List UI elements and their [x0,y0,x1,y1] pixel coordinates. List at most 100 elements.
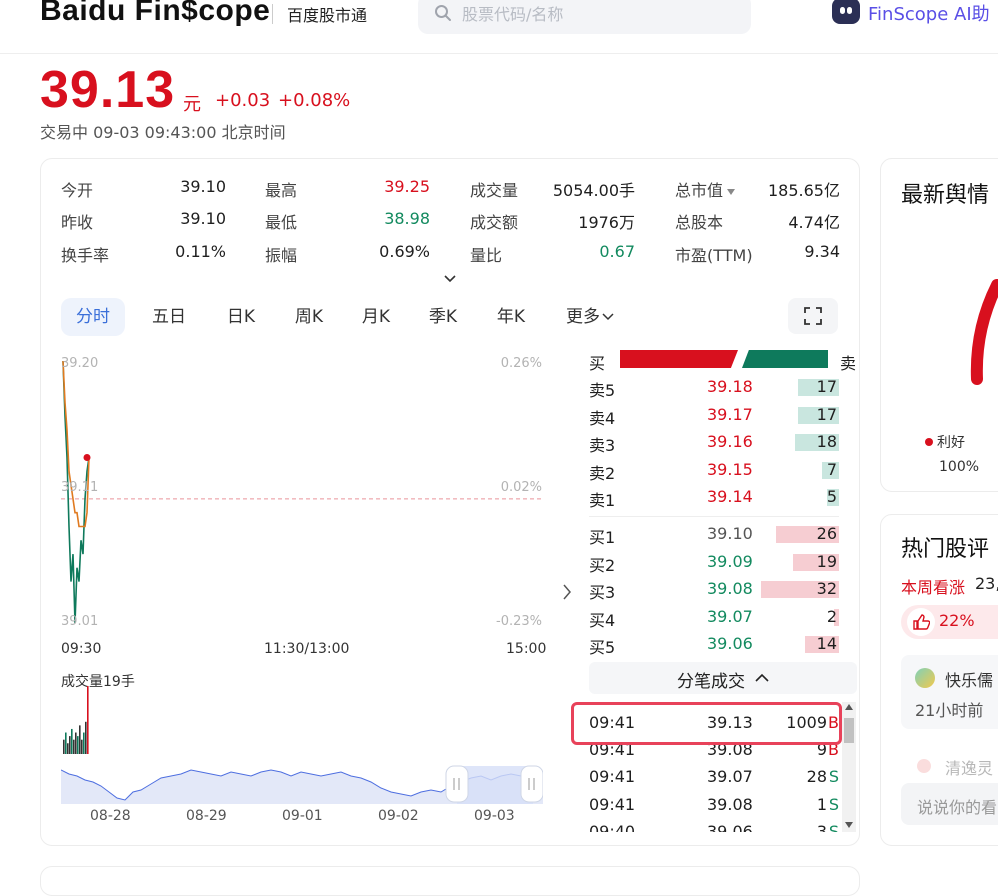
tick-time: 09:41 [589,795,636,814]
level-label: 卖2 [589,463,616,483]
tab-more-label: 更多 [566,307,600,327]
price-change-pct: +0.08% [278,90,351,111]
search-input[interactable] [462,2,732,26]
comment-input[interactable]: 说说你的看 [901,783,998,825]
stat-label: 成交量 [470,181,519,200]
pct-axis-top-label: 0.26% [500,356,542,371]
chevron-right-icon[interactable] [561,583,573,601]
tab-quarterly-k[interactable]: 季K [414,298,472,336]
volume-bar [87,686,89,754]
tab-intraday[interactable]: 分时 [61,298,125,336]
comment-item[interactable]: 快乐儒 21小时前 [901,655,998,729]
date-navigator[interactable] [61,762,543,804]
stat-label: 总市值 [675,181,724,200]
week-bull-count: 23, [975,574,998,593]
level-qty: 17 [816,377,837,396]
level-label: 卖3 [589,436,616,455]
tick-side: S [828,822,839,832]
level-label: 买4 [589,610,616,630]
bullish-vote-button[interactable]: 22% [901,605,998,639]
tab-yearly-k[interactable]: 年K [482,298,540,336]
stat-value: 0.11% [175,242,226,261]
fullscreen-button[interactable] [788,298,838,334]
bid-level-row: 买2 39.09 19 [589,550,839,576]
ask-level-row: 卖3 39.16 18 [589,430,839,456]
level-qty: 17 [816,404,837,424]
x-axis-end-label: 15:00 [506,641,547,657]
tab-weekly-k[interactable]: 周K [280,298,338,336]
level-price: 39.18 [707,377,753,396]
ticks-header[interactable]: 分笔成交 [589,662,857,694]
buy-ratio-fill [620,350,738,368]
level-label: 卖4 [589,408,616,428]
ai-label: FinScope AI助 [868,4,990,25]
orderbook-divider [589,516,839,517]
tick-price: 39.07 [707,767,753,786]
level-label: 买1 [589,528,616,547]
stat-label: 昨收 [61,213,94,232]
logo-divider [272,4,273,24]
comment-time: 21小时前 [915,701,984,720]
level-price: 39.17 [707,404,753,424]
week-bull-label: 本周看涨 [901,578,966,597]
tab-daily-k[interactable]: 日K [212,298,270,336]
sell-ratio-fill [742,350,828,368]
nav-date-label: 09-01 [282,808,323,824]
y-axis-mid-label: 39.11 [61,480,99,495]
tab-more[interactable]: 更多 [560,298,620,336]
ask-level-row: 卖4 39.17 17 [589,403,839,429]
pct-axis-bottom-label: -0.23% [496,614,542,629]
tick-row: 09:40 39.06 3 S [589,822,839,832]
comment-item-faded[interactable]: 清逸灵 [901,747,998,777]
level-qty: 2 [826,606,837,626]
sell-label: 卖 [840,354,857,373]
level-qty: 18 [816,432,837,451]
level-qty: 26 [816,524,837,543]
x-axis-mid-label: 11:30/13:00 [264,641,350,657]
logo[interactable]: Baidu Fin$cope [40,0,270,28]
expand-stats-chevron-icon[interactable] [443,274,457,284]
volume-bar [75,732,77,754]
nav-date-label: 08-29 [186,808,227,824]
stat-label: 今开 [61,181,94,200]
scroll-up-arrow-icon[interactable] [845,704,853,710]
level-label: 卖5 [589,381,616,400]
tick-volume: 3 [816,822,827,832]
stat-value: 185.65亿 [768,181,840,200]
level-price: 39.07 [707,606,753,626]
chevron-up-icon [755,673,769,682]
volume-bar [65,732,67,754]
navigator-left-handle[interactable] [445,765,469,803]
intraday-chart[interactable] [61,355,543,635]
tab-5day[interactable]: 五日 [140,298,198,336]
market-cap-dropdown[interactable]: 总市值 [675,177,736,201]
level-qty: 14 [816,634,837,653]
ticks-title: 分笔成交 [677,672,745,692]
ticks-scrollbar[interactable] [842,702,856,832]
tick-price: 39.06 [707,822,753,832]
trading-status: 交易中 09-03 09:43:00 北京时间 [40,123,286,142]
logo-subtitle[interactable]: 百度股市通 [287,2,367,26]
y-axis-bottom-label: 39.01 [61,614,99,629]
bid-level-row: 买5 39.06 14 [589,632,839,658]
stat-value: 9.34 [804,242,840,261]
comment-placeholder: 说说你的看 [917,798,998,817]
scroll-down-arrow-icon[interactable] [845,822,853,828]
level-price: 39.16 [707,432,753,451]
stat-value: 39.10 [180,209,226,228]
navigator-right-handle[interactable] [520,765,543,803]
level-label: 买2 [589,555,616,575]
tick-side: S [828,795,839,814]
tab-monthly-k[interactable]: 月K [347,298,405,336]
volume-bar [73,739,75,754]
level-label: 买5 [589,638,616,657]
volume-bar [67,743,69,754]
bullish-label: 利好 [937,435,965,451]
stat-label: 总股本 [675,213,724,232]
volume-bar [83,732,85,754]
bid-level-row: 买3 39.08 32 [589,577,839,603]
level-qty: 32 [816,579,837,598]
scrollbar-thumb[interactable] [844,718,854,743]
search-box[interactable] [418,0,751,34]
level-qty: 5 [826,487,837,506]
